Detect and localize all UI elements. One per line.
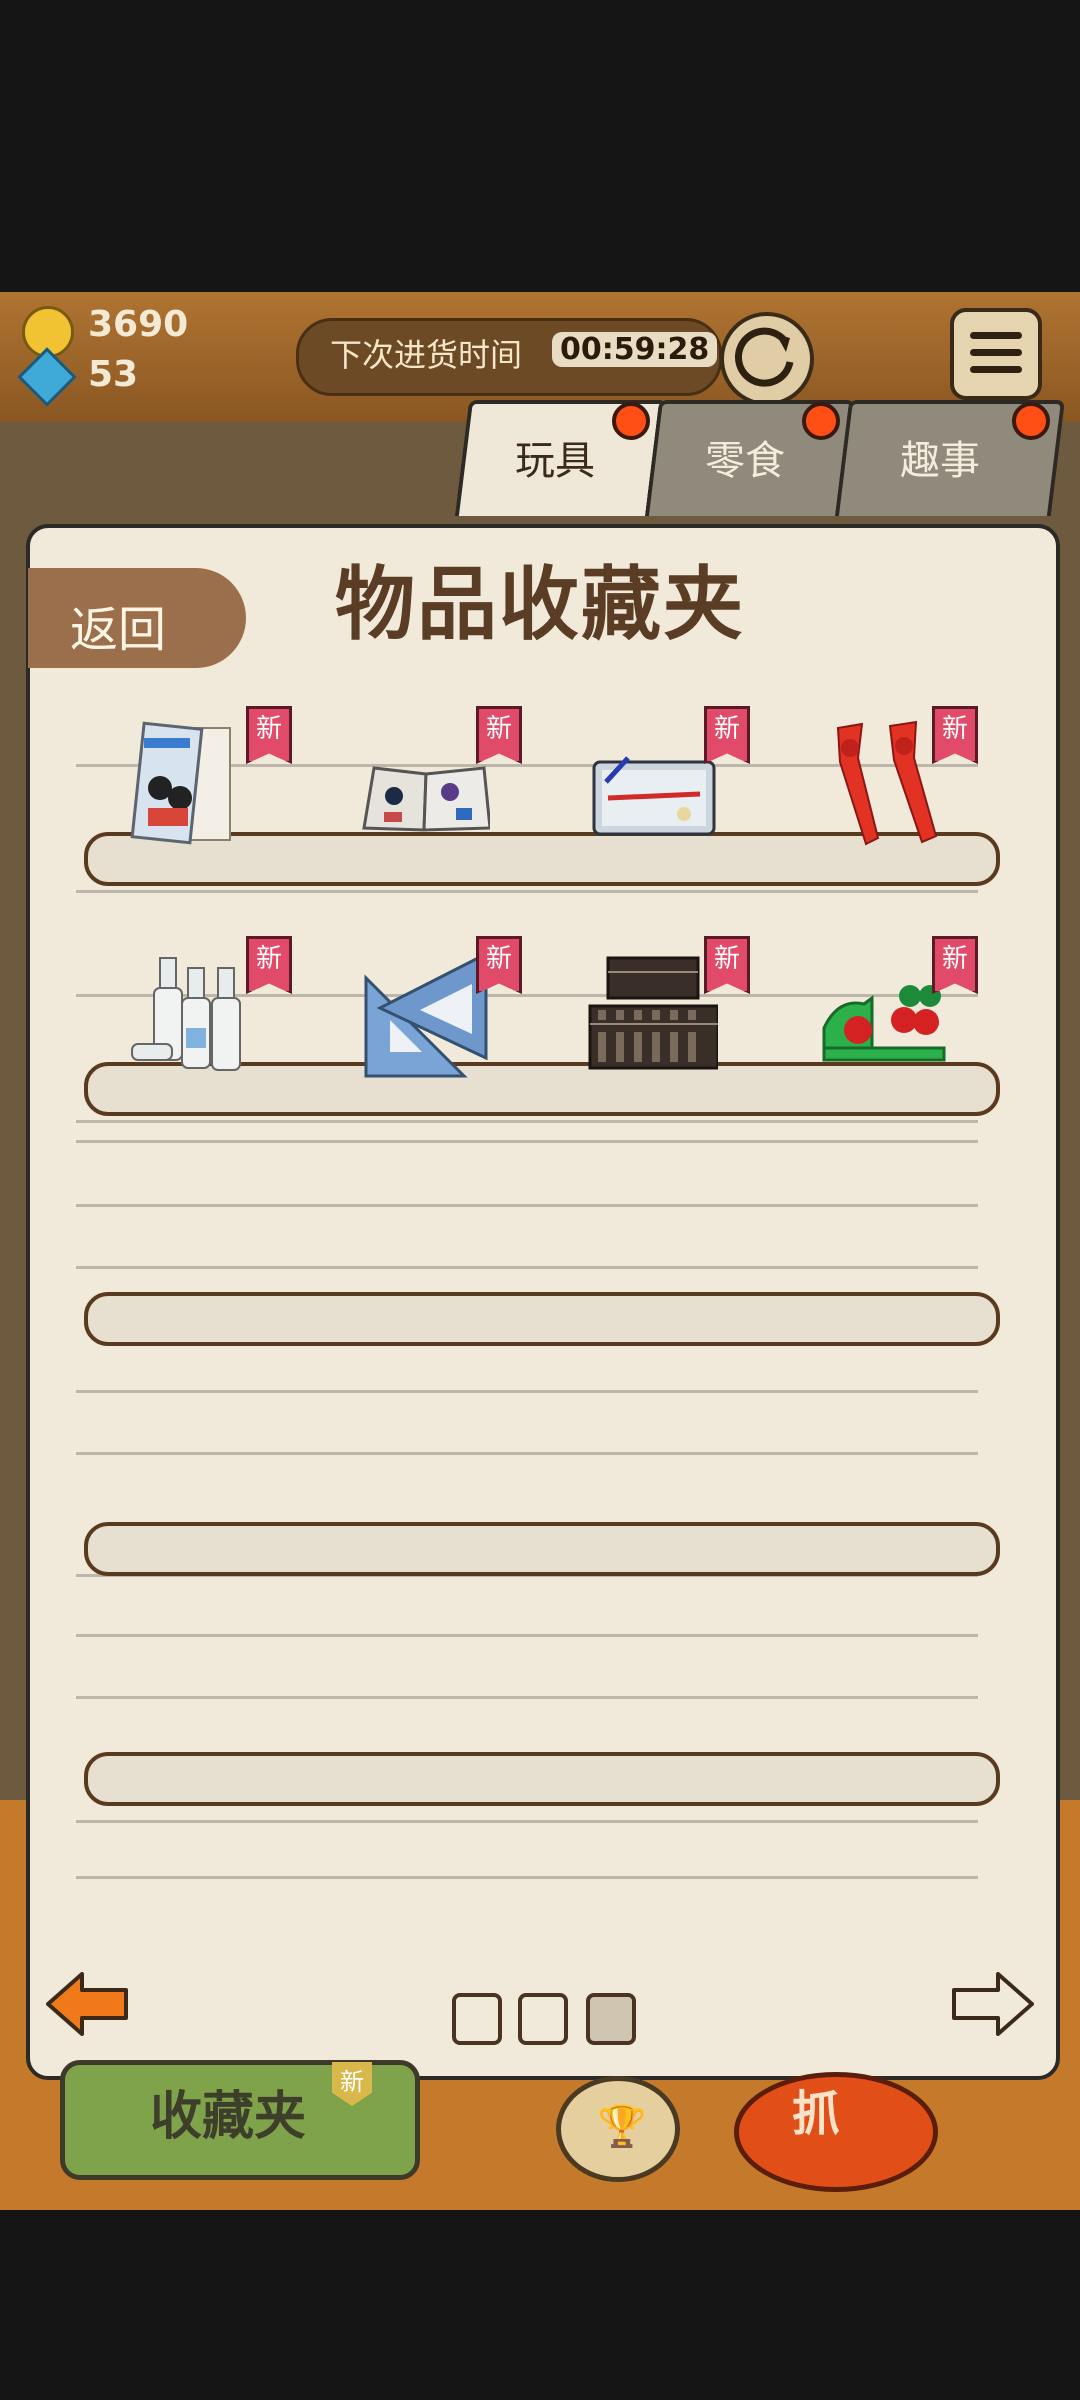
pencil-case-icon: [592, 756, 716, 836]
ruled-line: [76, 1634, 978, 1637]
red-scarf-item[interactable]: [818, 718, 948, 848]
ruled-line: [76, 1140, 978, 1143]
menu-button[interactable]: [950, 308, 1042, 400]
page-indicator-1[interactable]: [452, 1993, 502, 2045]
trophy-button[interactable]: 🏆: [556, 2076, 680, 2182]
red-scarf-icon: [836, 720, 938, 846]
tab-snacks-notification-dot: [802, 402, 840, 440]
back-button-label: 返回: [70, 602, 167, 658]
ruled-line: [76, 1390, 978, 1393]
page-indicator-3[interactable]: [586, 1993, 636, 2045]
arrow-right-icon: [952, 1972, 1034, 2036]
coin-count: 3690: [88, 304, 189, 345]
panel-title: 物品收藏夹: [335, 558, 745, 651]
abacus-icon: [588, 956, 720, 1070]
triangle-rulers-item[interactable]: [360, 948, 490, 1078]
tab-toys-label: 玩具: [515, 438, 595, 484]
notebook-item[interactable]: [130, 718, 260, 848]
tab-toys-notification-dot: [612, 402, 650, 440]
tab-snacks-label: 零食: [705, 438, 785, 484]
ruled-line: [76, 1876, 978, 1879]
trophy-icon: 🏆: [597, 2104, 647, 2150]
stamp-icon: [822, 985, 946, 1062]
sticker-book-icon: [362, 766, 492, 832]
gem-count: 53: [88, 354, 139, 395]
glue-bottles-icon: [131, 957, 241, 1071]
prev-page-button[interactable]: [44, 1970, 130, 2042]
tab-fun-events-label: 趣事: [900, 438, 980, 484]
shelf-5: [84, 1752, 1000, 1806]
ruled-line: [76, 1820, 978, 1823]
restock-timer: 00:59:28: [552, 332, 718, 367]
restock-label: 下次进货时间: [330, 336, 523, 374]
pencil-case-item[interactable]: [588, 718, 718, 848]
stamp-item[interactable]: [818, 948, 948, 1078]
shelf-4: [84, 1522, 1000, 1576]
shelf-3: [84, 1292, 1000, 1346]
next-page-button[interactable]: [950, 1970, 1036, 2042]
arrow-left-icon: [46, 1972, 128, 2036]
page-indicator-2[interactable]: [518, 1993, 568, 2045]
refresh-icon: [734, 327, 794, 387]
collection-button-label: 收藏夹: [150, 2087, 307, 2147]
ruled-line: [76, 1204, 978, 1207]
grab-button-label: 抓: [792, 2086, 841, 2142]
glue-bottles-item[interactable]: [130, 948, 260, 1078]
ruled-line: [76, 890, 978, 893]
abacus-item[interactable]: [588, 948, 720, 1078]
ruled-line: [76, 1266, 978, 1269]
notebook-icon: [130, 721, 231, 845]
tab-fun-events-notification-dot: [1012, 402, 1050, 440]
ruled-line: [76, 1120, 978, 1123]
ruled-line: [76, 1452, 978, 1455]
refresh-button[interactable]: [720, 312, 814, 406]
ruled-line: [76, 1696, 978, 1699]
sticker-book-item[interactable]: [360, 718, 492, 848]
triangle-rulers-icon: [364, 951, 488, 1078]
